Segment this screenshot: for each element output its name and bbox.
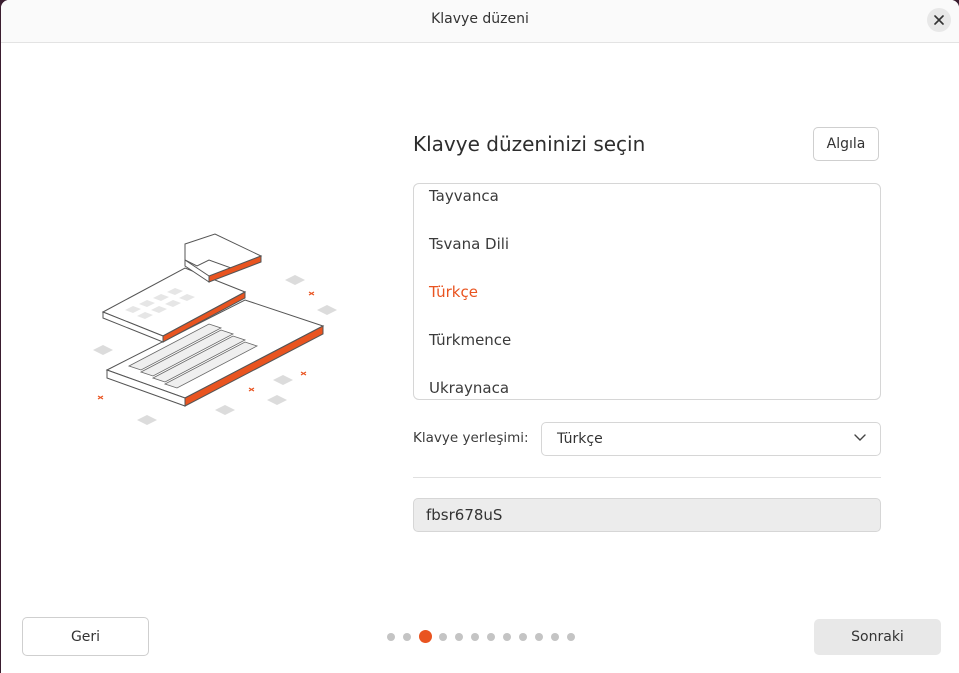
keyboard-illustration [93, 233, 337, 425]
step-dot [487, 633, 495, 641]
variant-value: Türkçe [557, 431, 603, 447]
next-button[interactable]: Sonraki [814, 619, 941, 655]
title-bar: Klavye düzeni [1, 0, 959, 43]
installer-window: Klavye düzeni Klavye düzeninizi seçin Al… [1, 0, 959, 673]
step-dot [535, 633, 543, 641]
variant-dropdown[interactable]: Türkçe [541, 422, 881, 456]
step-dot [503, 633, 511, 641]
variant-label: Klavye yerleşimi: [413, 430, 529, 446]
list-item[interactable]: Ukraynaca [429, 379, 509, 397]
window-title: Klavye düzeni [431, 11, 529, 27]
step-dot [439, 633, 447, 641]
list-item[interactable]: Tsvana Dili [429, 235, 509, 253]
step-dot [471, 633, 479, 641]
step-dot [403, 633, 411, 641]
list-item[interactable]: Tayvanca [429, 187, 499, 205]
divider [413, 477, 881, 478]
step-dot [567, 633, 575, 641]
step-dot-active [419, 630, 432, 643]
close-icon [934, 15, 944, 25]
step-dot [387, 633, 395, 641]
back-button[interactable]: Geri [22, 617, 149, 656]
step-indicator [387, 629, 577, 645]
chevron-down-icon [854, 434, 866, 441]
keyboard-test-input[interactable] [413, 498, 881, 532]
layout-list[interactable]: Tayvanca Tsvana Dili Türkçe Türkmence Uk… [413, 183, 881, 400]
list-item-selected[interactable]: Türkçe [429, 283, 478, 301]
step-dot [455, 633, 463, 641]
list-item[interactable]: Türkmence [429, 331, 511, 349]
close-button[interactable] [927, 8, 951, 32]
detect-button[interactable]: Algıla [813, 127, 879, 161]
page-heading: Klavye düzeninizi seçin [413, 132, 646, 156]
step-dot [551, 633, 559, 641]
step-dot [519, 633, 527, 641]
